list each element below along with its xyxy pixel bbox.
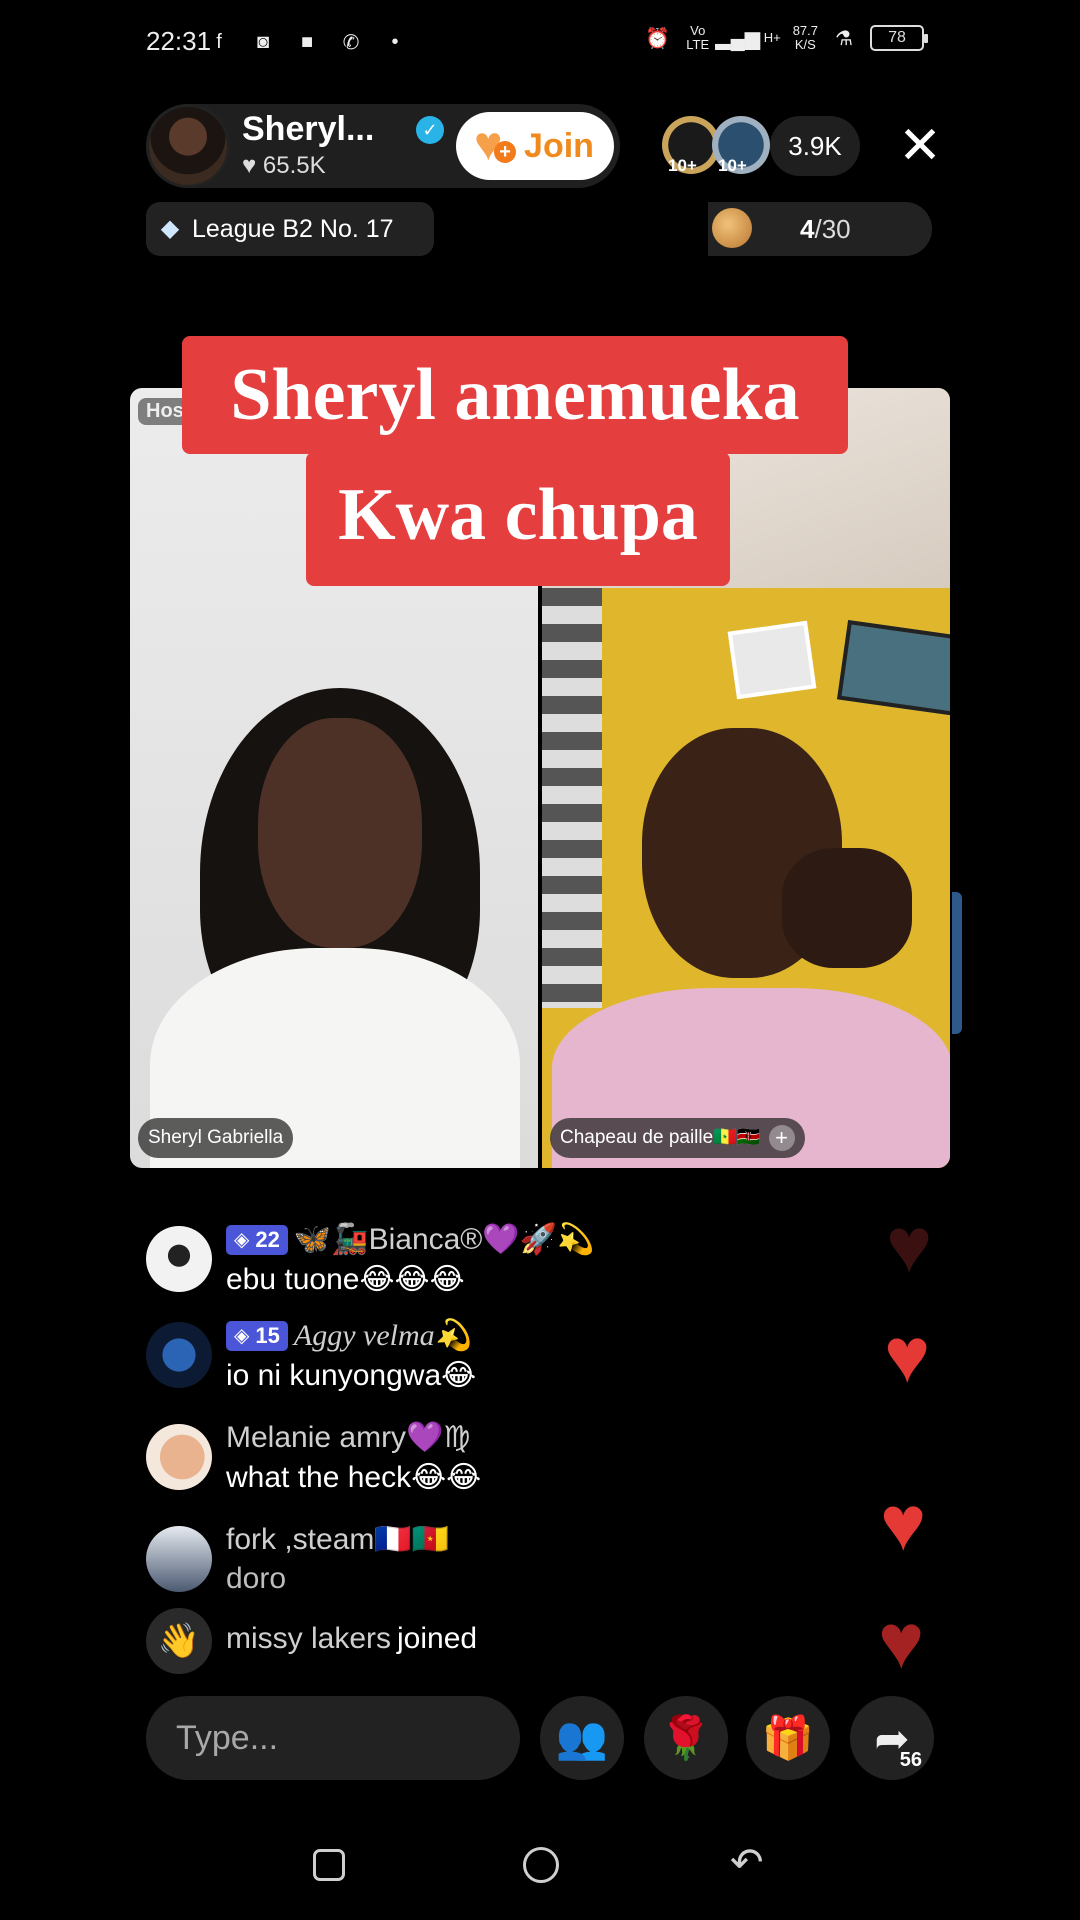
- status-time: 22:31: [146, 26, 212, 56]
- video-camera-icon: ■: [300, 30, 314, 53]
- viewer-badge-1: 10+: [668, 156, 697, 175]
- chat-avatar[interactable]: [146, 1424, 212, 1490]
- goal-total: /30: [814, 214, 851, 244]
- facebook-icon: f: [216, 30, 222, 53]
- level-badge-value: 22: [255, 1226, 280, 1252]
- heart-icon: ♥: [886, 1201, 933, 1289]
- side-panel-handle[interactable]: [952, 892, 962, 1034]
- goal-current: 4: [800, 214, 815, 244]
- net-speed-value: 87.7: [792, 23, 818, 38]
- guests-button[interactable]: 👥: [540, 1696, 624, 1780]
- diamond-icon: ◆: [160, 215, 180, 242]
- chat-sender-name: Melanie amry💜♍: [226, 1421, 471, 1454]
- gift-button[interactable]: 🎁: [746, 1696, 830, 1780]
- alarm-icon: ⏰: [645, 27, 671, 50]
- dot-icon: •: [391, 30, 399, 53]
- host-info-pill[interactable]: Sheryl... ✓ ♥ 65.5K Join: [146, 104, 620, 188]
- rose-button[interactable]: 🌹: [644, 1696, 728, 1780]
- viewer-badge-2: 10+: [718, 156, 747, 175]
- curtain-background: [542, 588, 602, 1008]
- guest-name-tag-label: Chapeau de paille🇸🇳🇰🇪: [560, 1127, 761, 1148]
- host-face: [258, 718, 422, 948]
- back-icon[interactable]: ↶: [730, 1840, 764, 1886]
- wall-picture: [727, 620, 817, 700]
- flask-icon: ⚗: [835, 27, 853, 50]
- system-nav-bar: ↶: [0, 1820, 1080, 1920]
- status-bar: 22:31 f ◙ ■ ✆ • ⏰ Vo LTE ▂▄▆ H+ 87.7 K/S…: [0, 0, 1080, 84]
- comment-input[interactable]: [146, 1696, 520, 1780]
- goal-pill[interactable]: 4/30: [708, 202, 932, 256]
- chat-sender-name: fork ,steam🇫🇷🇨🇲: [226, 1523, 450, 1556]
- host-likes-count: 65.5K: [262, 152, 326, 179]
- chat-sender-name: 🦋🚂Bianca®💜🚀💫: [293, 1223, 595, 1256]
- gem-icon: ◈: [234, 1325, 250, 1347]
- guest-fist: [782, 848, 912, 968]
- host-name-tag[interactable]: Sheryl Gabriella: [138, 1118, 294, 1158]
- gift-icon: 🎁: [761, 1713, 815, 1761]
- host-avatar[interactable]: [146, 104, 230, 188]
- chat-text: io ni kunyongwa😂: [226, 1359, 477, 1392]
- join-text: missy lakers joined: [226, 1622, 477, 1656]
- wave-hand-icon: 👋: [146, 1608, 212, 1674]
- net-speed: 87.7 K/S: [793, 24, 818, 52]
- viewer-count[interactable]: 3.9K: [770, 116, 860, 176]
- join-label: Join: [524, 126, 594, 165]
- host-name: Sheryl...: [242, 110, 375, 148]
- caption-line-1: Sheryl amemueka: [182, 336, 848, 454]
- level-badge: ◈ 15: [226, 1320, 288, 1351]
- close-icon[interactable]: ✕: [892, 118, 948, 174]
- top-viewer-avatar-2[interactable]: 10+: [712, 116, 770, 175]
- host-name-tag-label: Sheryl Gabriella: [148, 1127, 284, 1148]
- level-badge: ◈ 22: [226, 1224, 288, 1255]
- chat-sender: Melanie amry💜♍: [226, 1420, 470, 1455]
- add-icon[interactable]: +: [768, 1125, 795, 1151]
- chat-sender: fork ,steam🇫🇷🇨🇲: [226, 1522, 449, 1557]
- heart-plus-icon: [474, 117, 517, 172]
- heart-small-icon: ♥: [242, 152, 257, 179]
- chat-sender: ◈ 15 Aggy velma💫: [226, 1318, 472, 1353]
- recents-icon[interactable]: [313, 1849, 345, 1881]
- chat-sender-name: Aggy velma💫: [293, 1319, 472, 1352]
- chat-avatar[interactable]: [146, 1226, 212, 1292]
- host-likes: ♥ 65.5K: [242, 152, 326, 180]
- volte-indicator: Vo LTE: [686, 23, 710, 52]
- level-badge-value: 15: [255, 1322, 280, 1348]
- goal-count: 4/30: [800, 214, 851, 245]
- gem-icon: ◈: [234, 1229, 250, 1251]
- chat-avatar[interactable]: [146, 1322, 212, 1388]
- whatsapp-icon: ✆: [342, 31, 360, 54]
- gamepad-icon: ◙: [256, 30, 270, 53]
- heart-icon: ♥: [884, 1311, 931, 1399]
- network-type: H+: [763, 30, 781, 45]
- signal-icon: ▂▄▆: [715, 27, 761, 50]
- wall-tv: [837, 620, 950, 716]
- chat-text: ebu tuone😂😂😂: [226, 1263, 465, 1296]
- share-count: 56: [899, 1749, 922, 1771]
- chat-text: what the heck😂😂: [226, 1461, 482, 1494]
- rose-icon: 🌹: [659, 1713, 713, 1761]
- people-icon: 👥: [555, 1713, 609, 1761]
- chat-sender: ◈ 22 🦋🚂Bianca®💜🚀💫: [226, 1222, 594, 1257]
- home-icon[interactable]: [523, 1847, 559, 1883]
- net-speed-unit: K/S: [794, 37, 816, 52]
- league-label: League B2 No. 17: [192, 214, 394, 243]
- share-button[interactable]: ➦ 56: [850, 1696, 934, 1780]
- joined-user: missy lakers: [226, 1622, 392, 1655]
- chat-text: doro: [226, 1562, 287, 1595]
- chat-avatar[interactable]: [146, 1526, 212, 1592]
- joined-suffix: joined: [397, 1622, 478, 1655]
- heart-icon: ♥: [878, 1597, 925, 1685]
- planet-icon: [712, 208, 752, 248]
- verified-icon: ✓: [416, 116, 444, 144]
- guest-name-tag[interactable]: Chapeau de paille🇸🇳🇰🇪 +: [550, 1118, 805, 1158]
- battery-icon: 78: [870, 25, 928, 51]
- heart-icon: ♥: [880, 1479, 927, 1567]
- join-button[interactable]: Join: [456, 112, 614, 180]
- caption-line-2: Kwa chupa: [306, 452, 730, 586]
- league-badge[interactable]: ◆ League B2 No. 17: [146, 202, 434, 256]
